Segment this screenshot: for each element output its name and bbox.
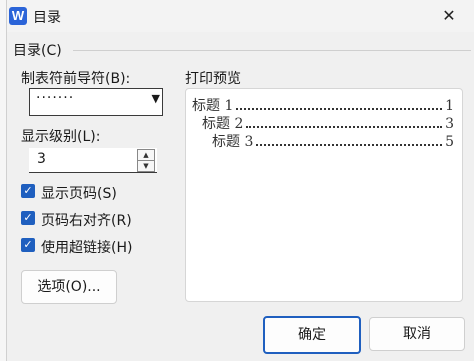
right-align-page-numbers-checkbox[interactable]: ✓	[21, 211, 35, 225]
preview-label: 打印预览	[185, 71, 241, 87]
toc-entry-page: 5	[445, 134, 454, 150]
arrow-down-icon: ▼	[143, 162, 149, 170]
close-icon: ✕	[442, 6, 456, 25]
spin-down-button[interactable]: ▼	[137, 160, 155, 172]
levels-value: 3	[37, 151, 46, 167]
ok-button[interactable]: 确定	[263, 316, 361, 354]
dialog-title: 目录	[33, 10, 61, 26]
show-page-numbers-label: 显示页码(S)	[41, 186, 117, 202]
group-divider	[73, 50, 471, 51]
print-preview-pane: 标题 1 1 标题 2 3 标题 3 5	[185, 88, 463, 302]
use-hyperlinks-checkbox[interactable]: ✓	[21, 238, 35, 252]
chevron-down-icon: ▼	[151, 92, 160, 105]
toc-leader-dots	[236, 96, 443, 110]
toc-entry-title: 标题 3	[212, 134, 254, 150]
cancel-button[interactable]: 取消	[369, 317, 465, 351]
title-bar: W 目录 ✕	[7, 0, 474, 32]
right-align-page-numbers-label: 页码右对齐(R)	[41, 213, 132, 229]
close-button[interactable]: ✕	[429, 2, 469, 30]
show-page-numbers-checkbox[interactable]: ✓	[21, 184, 35, 198]
levels-label: 显示级别(L):	[21, 129, 101, 145]
toc-entry-page: 3	[445, 116, 454, 132]
leader-label: 制表符前导符(B):	[21, 71, 131, 87]
use-hyperlinks-label: 使用超链接(H)	[41, 240, 133, 256]
wps-writer-icon: W	[9, 7, 27, 25]
toc-leader-dots	[256, 132, 443, 146]
leader-value: ·······	[36, 90, 75, 106]
options-button[interactable]: 选项(O)...	[21, 270, 117, 304]
levels-stepper[interactable]: 3 ▲ ▼	[29, 148, 157, 173]
toc-entry: 标题 2 3	[202, 113, 454, 132]
toc-group-label: 目录(C)	[13, 43, 62, 59]
toc-leader-dots	[246, 114, 443, 128]
arrow-up-icon: ▲	[143, 151, 149, 159]
leader-select[interactable]: ······· ▼	[29, 88, 163, 116]
toc-dialog: W 目录 ✕ 目录(C) 制表符前导符(B): ······· ▼ 显示级别(L…	[6, 0, 474, 361]
toc-entry-title: 标题 2	[202, 116, 244, 132]
toc-entry: 标题 1 1	[192, 95, 454, 114]
toc-entry-title: 标题 1	[192, 98, 234, 114]
toc-entry: 标题 3 5	[212, 131, 454, 150]
toc-entry-page: 1	[445, 98, 454, 114]
